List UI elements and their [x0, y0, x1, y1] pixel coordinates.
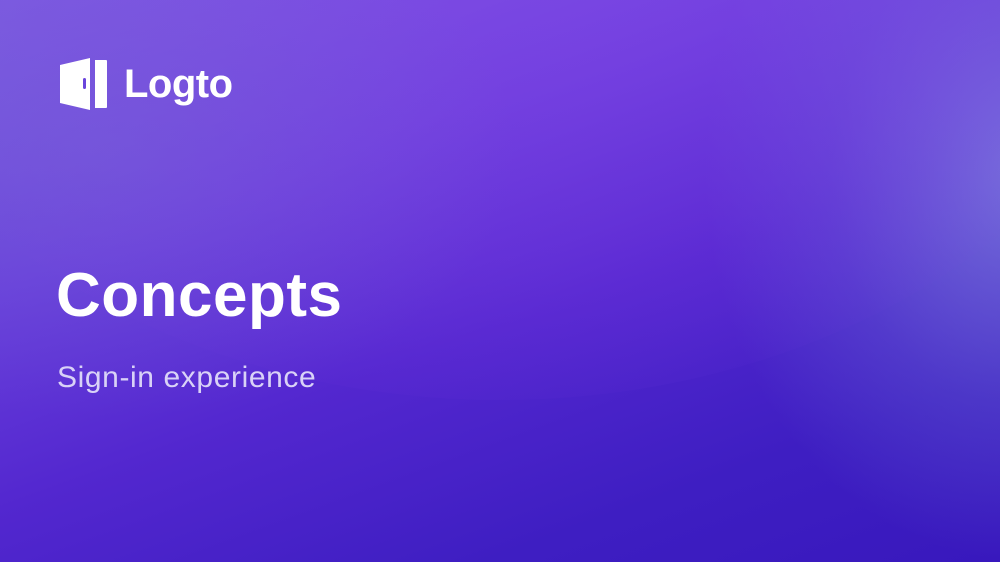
brand-logo: Logto — [58, 55, 233, 113]
brand-name: Logto — [124, 62, 233, 106]
cover-slide: Logto Concepts Sign-in experience — [0, 0, 1000, 562]
slide-subtitle: Sign-in experience — [57, 361, 317, 394]
slide-title: Concepts — [56, 261, 343, 330]
logto-door-icon — [60, 58, 107, 110]
